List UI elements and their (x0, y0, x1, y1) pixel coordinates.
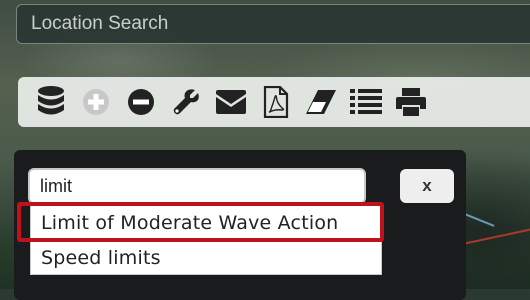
database-icon (37, 86, 64, 115)
print-icon (395, 88, 426, 116)
wrench-icon (173, 89, 199, 115)
result-item-speed-limits[interactable]: Speed limits (31, 240, 381, 274)
map-toolbar (18, 77, 530, 127)
feature-search-input[interactable]: limit (28, 168, 366, 204)
zoom-out-icon (127, 89, 154, 115)
envelope-icon (215, 90, 246, 114)
feature-search-value: limit (40, 175, 72, 196)
print-button[interactable] (388, 80, 433, 124)
list-icon (349, 89, 382, 114)
pdf-icon (263, 86, 288, 118)
result-item-wave-action[interactable]: Limit of Moderate Wave Action (31, 206, 381, 240)
zoom-in-button[interactable] (73, 80, 118, 124)
location-search-input[interactable]: Location Search (16, 4, 530, 44)
zoom-out-button[interactable] (118, 80, 163, 124)
result-label: Speed limits (41, 246, 161, 269)
result-label: Limit of Moderate Wave Action (41, 212, 339, 234)
search-results-list: Limit of Moderate Wave Action Speed limi… (30, 205, 382, 275)
email-button[interactable] (208, 80, 253, 124)
close-label: x (422, 176, 432, 195)
tools-button[interactable] (163, 80, 208, 124)
close-button[interactable]: x (400, 169, 454, 203)
legend-button[interactable] (343, 80, 388, 124)
zoom-in-icon (82, 89, 109, 115)
location-search-placeholder: Location Search (31, 13, 169, 34)
layers-button[interactable] (28, 80, 73, 124)
export-pdf-button[interactable] (253, 80, 298, 124)
clear-button[interactable] (298, 80, 343, 124)
eraser-icon (305, 90, 336, 114)
